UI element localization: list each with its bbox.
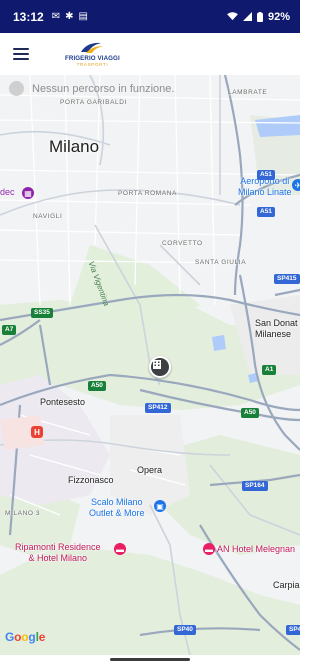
label-fizzonasco: Fizzonasco <box>68 475 114 485</box>
shield-sp412: SP412 <box>145 403 171 413</box>
logo-sub: TRASPORTI <box>76 62 109 67</box>
shield-a7: A7 <box>2 325 17 335</box>
label-san-donato: San Donat Milanese <box>255 318 298 339</box>
museum-icon[interactable]: ▦ <box>22 187 34 199</box>
company-logo: FRIGERIO VIAGGI TRASPORTI <box>65 41 120 67</box>
shopping-bag-icon[interactable]: ▣ <box>154 500 166 512</box>
shield-a51-mid: A51 <box>257 207 275 217</box>
sim-icon: ▤ <box>78 10 88 22</box>
battery-icon <box>256 11 263 22</box>
label-porta-garibaldi: PORTA GARIBALDI <box>60 99 127 106</box>
airport-icon[interactable]: ✈ <box>292 179 300 191</box>
shield-sp415: SP415 <box>274 274 300 284</box>
route-status-indicator-icon <box>9 81 24 96</box>
shield-ss35: SS35 <box>31 308 53 318</box>
label-ripamonti-residence: Ripamonti Residence & Hotel Milano <box>15 542 101 563</box>
wifi-icon <box>227 12 238 21</box>
label-carpia: Carpia <box>273 580 300 590</box>
shield-sp164: SP164 <box>242 481 268 491</box>
notification-icon: ✱ <box>65 10 74 22</box>
map-view[interactable]: Nessun percorso in funzione. LAMBRATE PO… <box>0 75 300 655</box>
label-pontesesto: Pontesesto <box>40 397 86 407</box>
system-nav-bar <box>0 655 300 667</box>
hamburger-icon <box>13 48 29 60</box>
hotel-bed-icon[interactable]: ▬ <box>114 543 126 555</box>
label-opera: Opera <box>137 465 163 475</box>
signal-icon <box>242 12 252 21</box>
label-an-hotel: AN Hotel Melegnan <box>217 544 296 554</box>
shield-a50-left: A50 <box>88 381 106 391</box>
depot-marker-icon[interactable] <box>149 356 171 378</box>
label-navigli: NAVIGLI <box>33 213 63 220</box>
label-milano-3: MILANO 3 <box>5 510 41 517</box>
shield-a51-top: A51 <box>257 170 275 180</box>
label-milano: Milano <box>49 137 100 156</box>
shield-sp40-right: SP40 <box>286 625 300 635</box>
building-icon <box>153 360 161 369</box>
label-lambrate: LAMBRATE <box>228 89 268 96</box>
status-time: 13:12 <box>13 9 44 24</box>
home-gesture-bar[interactable] <box>110 658 190 661</box>
app-header: FRIGERIO VIAGGI TRASPORTI <box>0 33 300 75</box>
label-scalo-milano: Scalo Milano Outlet & More <box>89 497 145 518</box>
label-santa-giulia: SANTA GIULIA <box>195 259 247 266</box>
battery-percent: 92% <box>267 10 290 23</box>
status-notification-icons: ✉ ✱ ▤ <box>51 10 88 22</box>
route-status-text: Nessun percorso in funzione. <box>32 82 175 95</box>
shield-sp40-bottom: SP40 <box>174 625 196 635</box>
hotel-bed-icon-2[interactable]: ▬ <box>203 543 215 555</box>
shield-a1: A1 <box>262 365 277 375</box>
label-porta-romana: PORTA ROMANA <box>118 190 177 197</box>
hospital-icon[interactable]: H <box>31 426 43 438</box>
logo-name: FRIGERIO VIAGGI <box>65 55 120 62</box>
menu-button[interactable] <box>1 33 41 75</box>
logo-swoosh-icon <box>81 42 104 53</box>
label-corvetto: CORVETTO <box>162 240 203 247</box>
message-icon: ✉ <box>51 10 61 22</box>
shield-a50-right: A50 <box>241 408 259 418</box>
status-bar: 13:12 ✉ ✱ ▤ 92% <box>0 0 300 33</box>
status-system-icons: 92% <box>227 11 290 23</box>
route-status: Nessun percorso in funzione. <box>9 81 174 96</box>
google-attribution: Google <box>5 630 46 644</box>
label-left-poi: dec <box>0 187 15 197</box>
